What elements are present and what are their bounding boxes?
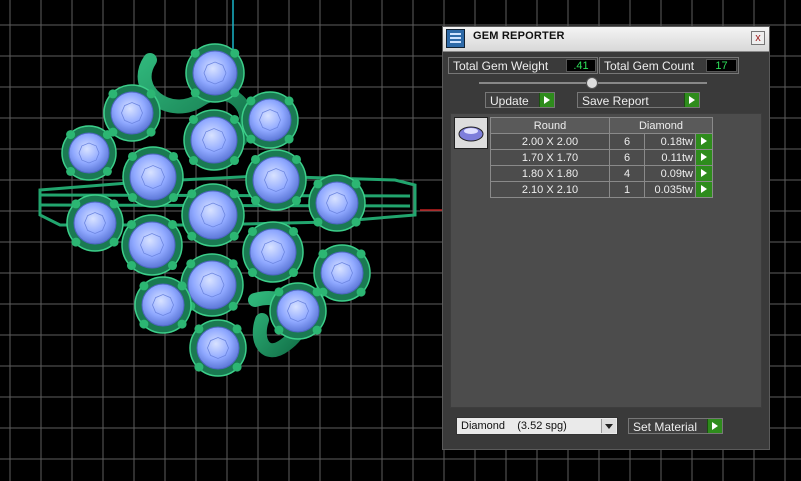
gem-count: 6 — [609, 133, 645, 150]
gem-setting — [269, 282, 327, 340]
gem-setting — [103, 84, 161, 142]
play-arrow-icon[interactable] — [695, 133, 713, 150]
play-arrow-icon[interactable] — [695, 165, 713, 182]
set-material-button-label: Set Material — [633, 420, 698, 434]
total-gem-weight-label: Total Gem Weight — [453, 59, 549, 73]
gem-weight: 0.18tw — [644, 133, 696, 150]
total-gem-weight-box: Total Gem Weight .41 — [448, 57, 598, 74]
material-select-value: Diamond (3.52 spg) — [461, 420, 567, 432]
panel-titlebar[interactable]: GEM REPORTER x — [443, 27, 769, 52]
gem-count: 1 — [609, 181, 645, 198]
column-header-shape: Round — [490, 117, 610, 134]
play-arrow-icon[interactable] — [695, 149, 713, 166]
update-button[interactable]: Update — [485, 92, 555, 108]
gem-setting — [181, 183, 245, 247]
gem-setting — [66, 194, 124, 252]
material-select[interactable]: Diamond (3.52 spg) — [456, 417, 618, 435]
save-report-button-label: Save Report — [582, 94, 649, 108]
gem-setting — [185, 43, 245, 103]
gem-count: 4 — [609, 165, 645, 182]
total-gem-count-value: 17 — [706, 59, 737, 72]
gem-table: Round Diamond 2.00 X 2.00 6 0.18tw 1.70 X 1… — [490, 117, 713, 198]
gem-setting — [122, 146, 184, 208]
gem-setting — [61, 125, 117, 181]
gem-weight: 0.11tw — [644, 149, 696, 166]
total-gem-weight-value: .41 — [566, 59, 596, 72]
save-report-button[interactable]: Save Report — [577, 92, 700, 108]
gem-thumbnail[interactable] — [454, 117, 488, 149]
gem-reporter-icon — [446, 29, 465, 48]
gem-size: 2.00 X 2.00 — [490, 133, 610, 150]
slider-knob[interactable] — [586, 77, 598, 89]
dropdown-arrow-icon[interactable] — [601, 419, 616, 433]
table-row: 2.10 X 2.10 1 0.035tw — [490, 181, 713, 198]
column-header-material: Diamond — [609, 117, 713, 134]
gem-cluster — [61, 43, 371, 377]
gem-size: 2.10 X 2.10 — [490, 181, 610, 198]
set-material-button[interactable]: Set Material — [628, 418, 723, 434]
ring-model[interactable] — [38, 43, 417, 377]
table-row: 2.00 X 2.00 6 0.18tw — [490, 133, 713, 150]
gem-setting — [242, 221, 304, 283]
total-gem-count-box: Total Gem Count 17 — [599, 57, 739, 74]
gem-setting — [183, 109, 245, 171]
gem-setting — [308, 174, 366, 232]
gem-setting — [241, 91, 299, 149]
play-arrow-icon — [684, 93, 699, 107]
panel-title: GEM REPORTER — [473, 30, 565, 42]
gem-setting — [134, 276, 192, 334]
close-icon[interactable]: x — [751, 31, 765, 45]
total-gem-count-label: Total Gem Count — [604, 59, 695, 73]
gem-weight: 0.09tw — [644, 165, 696, 182]
play-arrow-icon[interactable] — [695, 181, 713, 198]
gem-setting — [121, 214, 183, 276]
gem-reporter-panel: GEM REPORTER x Total Gem Weight .41 Tota… — [442, 26, 770, 450]
gem-setting — [189, 319, 247, 377]
gem-count: 6 — [609, 149, 645, 166]
play-arrow-icon — [539, 93, 554, 107]
update-button-label: Update — [490, 94, 529, 108]
gem-weight: 0.035tw — [644, 181, 696, 198]
gem-setting — [245, 149, 307, 211]
gem-size: 1.80 X 1.80 — [490, 165, 610, 182]
gem-setting — [313, 244, 371, 302]
gem-size: 1.70 X 1.70 — [490, 149, 610, 166]
play-arrow-icon — [707, 419, 722, 433]
table-row: 1.80 X 1.80 4 0.09tw — [490, 165, 713, 182]
gem-table-area: Round Diamond 2.00 X 2.00 6 0.18tw 1.70 X 1… — [450, 113, 762, 408]
table-row: 1.70 X 1.70 6 0.11tw — [490, 149, 713, 166]
